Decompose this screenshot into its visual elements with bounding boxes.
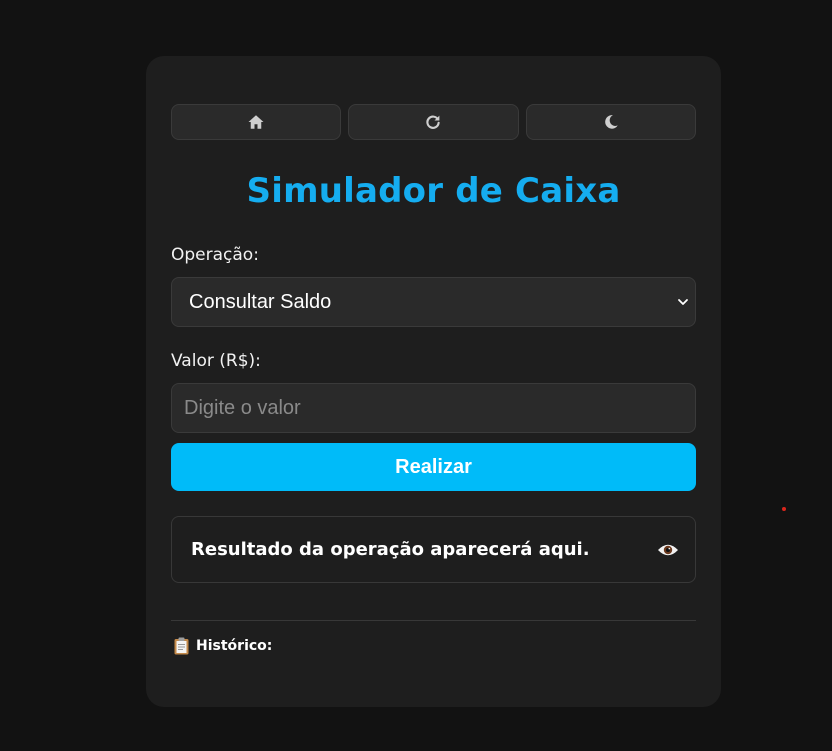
- result-text: Resultado da operação aparecerá aqui.: [191, 539, 590, 560]
- operation-select[interactable]: Consultar Saldo: [171, 277, 696, 327]
- home-button[interactable]: [171, 104, 342, 140]
- refresh-icon: [426, 115, 441, 129]
- page-title: Simulador de Caixa: [246, 171, 621, 211]
- value-label: Valor (R$):: [171, 351, 261, 371]
- clipboard-icon: [174, 637, 189, 655]
- submit-button[interactable]: Realizar: [171, 443, 696, 491]
- operation-label: Operação:: [171, 245, 259, 265]
- value-input[interactable]: [171, 383, 696, 433]
- refresh-button[interactable]: [348, 104, 519, 140]
- operation-selected-value: Consultar Saldo: [189, 290, 332, 313]
- moon-icon: [605, 115, 618, 129]
- home-icon: [248, 115, 264, 129]
- eye-icon: [658, 544, 678, 555]
- result-box: Resultado da operação aparecerá aqui.: [171, 516, 696, 583]
- dark-mode-button[interactable]: [525, 104, 696, 140]
- history-section: Histórico:: [171, 637, 696, 655]
- red-dot: [782, 507, 786, 511]
- chevron-down-icon: [678, 299, 688, 305]
- simulator-card: Simulador de Caixa Operação: Consultar S…: [146, 56, 721, 707]
- toolbar: [171, 104, 696, 140]
- history-label: Histórico:: [196, 638, 273, 654]
- divider: [171, 620, 696, 621]
